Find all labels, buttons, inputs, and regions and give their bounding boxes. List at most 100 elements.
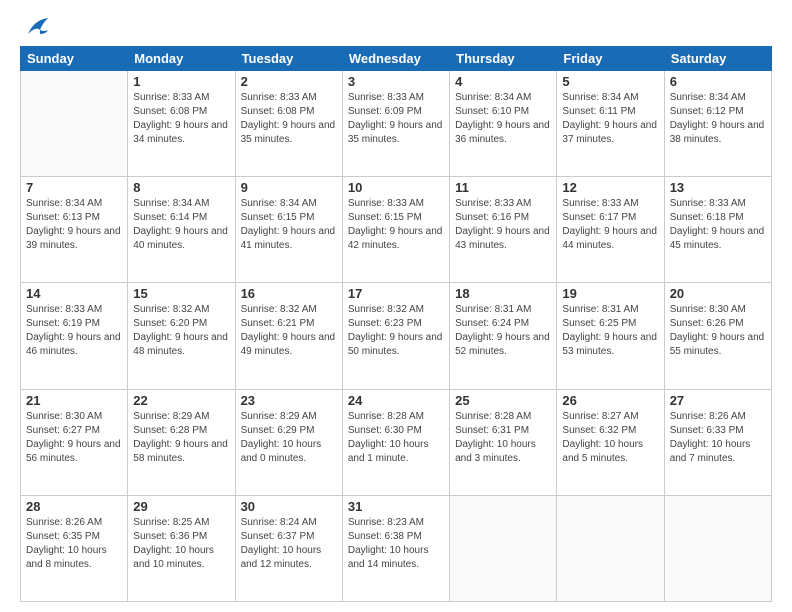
sunset-text: Sunset: 6:16 PM [455, 211, 551, 225]
calendar-week-2: 7 Sunrise: 8:34 AM Sunset: 6:13 PM Dayli… [21, 177, 772, 283]
calendar-week-5: 28 Sunrise: 8:26 AM Sunset: 6:35 PM Dayl… [21, 495, 772, 601]
daylight-text: Daylight: 10 hours and 7 minutes. [670, 438, 766, 466]
day-info: Sunrise: 8:34 AM Sunset: 6:15 PM Dayligh… [241, 197, 337, 253]
sunrise-text: Sunrise: 8:27 AM [562, 410, 658, 424]
day-number: 2 [241, 74, 337, 89]
calendar-cell: 24 Sunrise: 8:28 AM Sunset: 6:30 PM Dayl… [342, 389, 449, 495]
logo-bird-icon [20, 16, 52, 38]
sunrise-text: Sunrise: 8:34 AM [455, 91, 551, 105]
day-info: Sunrise: 8:30 AM Sunset: 6:27 PM Dayligh… [26, 410, 122, 466]
day-header-tuesday: Tuesday [235, 47, 342, 71]
calendar-cell: 27 Sunrise: 8:26 AM Sunset: 6:33 PM Dayl… [664, 389, 771, 495]
calendar-cell: 16 Sunrise: 8:32 AM Sunset: 6:21 PM Dayl… [235, 283, 342, 389]
calendar-cell: 12 Sunrise: 8:33 AM Sunset: 6:17 PM Dayl… [557, 177, 664, 283]
calendar-cell: 14 Sunrise: 8:33 AM Sunset: 6:19 PM Dayl… [21, 283, 128, 389]
daylight-text: Daylight: 9 hours and 36 minutes. [455, 119, 551, 147]
sunrise-text: Sunrise: 8:32 AM [348, 303, 444, 317]
calendar-cell: 28 Sunrise: 8:26 AM Sunset: 6:35 PM Dayl… [21, 495, 128, 601]
day-number: 25 [455, 393, 551, 408]
day-info: Sunrise: 8:28 AM Sunset: 6:30 PM Dayligh… [348, 410, 444, 466]
sunset-text: Sunset: 6:33 PM [670, 424, 766, 438]
day-number: 5 [562, 74, 658, 89]
calendar-cell: 25 Sunrise: 8:28 AM Sunset: 6:31 PM Dayl… [450, 389, 557, 495]
sunset-text: Sunset: 6:30 PM [348, 424, 444, 438]
day-info: Sunrise: 8:33 AM Sunset: 6:08 PM Dayligh… [241, 91, 337, 147]
calendar-week-3: 14 Sunrise: 8:33 AM Sunset: 6:19 PM Dayl… [21, 283, 772, 389]
day-number: 21 [26, 393, 122, 408]
day-number: 17 [348, 286, 444, 301]
day-number: 12 [562, 180, 658, 195]
calendar-cell: 23 Sunrise: 8:29 AM Sunset: 6:29 PM Dayl… [235, 389, 342, 495]
daylight-text: Daylight: 9 hours and 38 minutes. [670, 119, 766, 147]
calendar-cell: 6 Sunrise: 8:34 AM Sunset: 6:12 PM Dayli… [664, 71, 771, 177]
day-info: Sunrise: 8:26 AM Sunset: 6:33 PM Dayligh… [670, 410, 766, 466]
daylight-text: Daylight: 9 hours and 45 minutes. [670, 225, 766, 253]
calendar-cell: 8 Sunrise: 8:34 AM Sunset: 6:14 PM Dayli… [128, 177, 235, 283]
day-info: Sunrise: 8:29 AM Sunset: 6:29 PM Dayligh… [241, 410, 337, 466]
sunset-text: Sunset: 6:12 PM [670, 105, 766, 119]
day-info: Sunrise: 8:33 AM Sunset: 6:15 PM Dayligh… [348, 197, 444, 253]
day-number: 22 [133, 393, 229, 408]
sunrise-text: Sunrise: 8:30 AM [670, 303, 766, 317]
daylight-text: Daylight: 10 hours and 1 minute. [348, 438, 444, 466]
daylight-text: Daylight: 9 hours and 37 minutes. [562, 119, 658, 147]
day-info: Sunrise: 8:33 AM Sunset: 6:09 PM Dayligh… [348, 91, 444, 147]
daylight-text: Daylight: 9 hours and 34 minutes. [133, 119, 229, 147]
day-number: 20 [670, 286, 766, 301]
day-info: Sunrise: 8:33 AM Sunset: 6:17 PM Dayligh… [562, 197, 658, 253]
sunset-text: Sunset: 6:31 PM [455, 424, 551, 438]
calendar-cell: 7 Sunrise: 8:34 AM Sunset: 6:13 PM Dayli… [21, 177, 128, 283]
sunset-text: Sunset: 6:35 PM [26, 530, 122, 544]
sunset-text: Sunset: 6:21 PM [241, 317, 337, 331]
sunrise-text: Sunrise: 8:28 AM [455, 410, 551, 424]
sunrise-text: Sunrise: 8:26 AM [670, 410, 766, 424]
calendar-cell: 4 Sunrise: 8:34 AM Sunset: 6:10 PM Dayli… [450, 71, 557, 177]
sunrise-text: Sunrise: 8:33 AM [670, 197, 766, 211]
calendar-header-row: SundayMondayTuesdayWednesdayThursdayFrid… [21, 47, 772, 71]
sunrise-text: Sunrise: 8:31 AM [562, 303, 658, 317]
sunrise-text: Sunrise: 8:24 AM [241, 516, 337, 530]
sunrise-text: Sunrise: 8:25 AM [133, 516, 229, 530]
calendar-cell [21, 71, 128, 177]
daylight-text: Daylight: 10 hours and 5 minutes. [562, 438, 658, 466]
sunset-text: Sunset: 6:18 PM [670, 211, 766, 225]
calendar-cell: 30 Sunrise: 8:24 AM Sunset: 6:37 PM Dayl… [235, 495, 342, 601]
logo [20, 16, 54, 38]
daylight-text: Daylight: 9 hours and 46 minutes. [26, 331, 122, 359]
sunset-text: Sunset: 6:24 PM [455, 317, 551, 331]
day-number: 23 [241, 393, 337, 408]
day-info: Sunrise: 8:33 AM Sunset: 6:08 PM Dayligh… [133, 91, 229, 147]
calendar-cell: 13 Sunrise: 8:33 AM Sunset: 6:18 PM Dayl… [664, 177, 771, 283]
calendar-cell: 19 Sunrise: 8:31 AM Sunset: 6:25 PM Dayl… [557, 283, 664, 389]
day-info: Sunrise: 8:29 AM Sunset: 6:28 PM Dayligh… [133, 410, 229, 466]
day-number: 18 [455, 286, 551, 301]
sunrise-text: Sunrise: 8:30 AM [26, 410, 122, 424]
sunset-text: Sunset: 6:09 PM [348, 105, 444, 119]
sunset-text: Sunset: 6:15 PM [241, 211, 337, 225]
day-header-monday: Monday [128, 47, 235, 71]
day-header-sunday: Sunday [21, 47, 128, 71]
sunrise-text: Sunrise: 8:33 AM [26, 303, 122, 317]
sunset-text: Sunset: 6:13 PM [26, 211, 122, 225]
sunset-text: Sunset: 6:08 PM [133, 105, 229, 119]
calendar-week-1: 1 Sunrise: 8:33 AM Sunset: 6:08 PM Dayli… [21, 71, 772, 177]
sunset-text: Sunset: 6:23 PM [348, 317, 444, 331]
daylight-text: Daylight: 9 hours and 40 minutes. [133, 225, 229, 253]
sunset-text: Sunset: 6:08 PM [241, 105, 337, 119]
sunset-text: Sunset: 6:17 PM [562, 211, 658, 225]
day-info: Sunrise: 8:32 AM Sunset: 6:21 PM Dayligh… [241, 303, 337, 359]
sunset-text: Sunset: 6:15 PM [348, 211, 444, 225]
sunset-text: Sunset: 6:36 PM [133, 530, 229, 544]
sunrise-text: Sunrise: 8:26 AM [26, 516, 122, 530]
day-info: Sunrise: 8:33 AM Sunset: 6:18 PM Dayligh… [670, 197, 766, 253]
day-info: Sunrise: 8:32 AM Sunset: 6:20 PM Dayligh… [133, 303, 229, 359]
daylight-text: Daylight: 9 hours and 35 minutes. [241, 119, 337, 147]
day-number: 27 [670, 393, 766, 408]
calendar-cell: 10 Sunrise: 8:33 AM Sunset: 6:15 PM Dayl… [342, 177, 449, 283]
sunrise-text: Sunrise: 8:31 AM [455, 303, 551, 317]
daylight-text: Daylight: 9 hours and 58 minutes. [133, 438, 229, 466]
day-number: 30 [241, 499, 337, 514]
sunrise-text: Sunrise: 8:28 AM [348, 410, 444, 424]
sunset-text: Sunset: 6:29 PM [241, 424, 337, 438]
day-info: Sunrise: 8:31 AM Sunset: 6:25 PM Dayligh… [562, 303, 658, 359]
